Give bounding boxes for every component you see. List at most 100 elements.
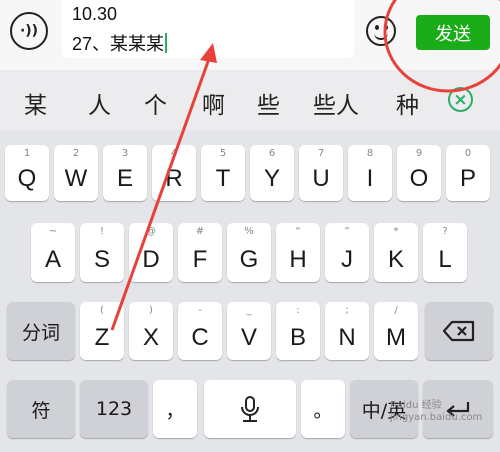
key-h[interactable]: “H [276, 223, 320, 282]
key-u-sub: 7 [317, 148, 325, 159]
period-key-label: 。 [313, 399, 333, 422]
number-key[interactable]: 123 [80, 380, 148, 438]
key-b-label: B [289, 324, 306, 351]
key-w[interactable]: 2W [54, 145, 98, 201]
key-p[interactable]: 0P [446, 145, 490, 201]
key-p-sub: 0 [464, 148, 472, 159]
key-k[interactable]: * K [374, 223, 418, 282]
segment-key[interactable]: 分词 [7, 302, 75, 360]
input-line-1: 10.30 [72, 4, 118, 24]
key-k-sub: * [393, 226, 399, 237]
key-r-label: R [165, 165, 183, 192]
key-i-sub: 8 [366, 148, 374, 159]
key-j-label: J [341, 246, 353, 273]
key-c-sub: - [198, 305, 202, 316]
key-c[interactable]: -C [178, 302, 222, 360]
key-z-label: Z [94, 324, 110, 351]
key-j[interactable]: ” J [325, 223, 369, 282]
segment-key-label: 分词 [21, 321, 60, 344]
key-n-label: N [338, 324, 356, 351]
key-e-sub: 3 [121, 148, 129, 159]
key-y-label: Y [263, 165, 280, 192]
key-l-label: L [438, 246, 452, 273]
key-y[interactable]: 6Y [250, 145, 294, 201]
key-b[interactable]: :B [276, 302, 320, 360]
space-key[interactable] [204, 380, 296, 438]
key-i[interactable]: 8I [348, 145, 392, 201]
key-n[interactable]: ; N [325, 302, 369, 360]
key-a[interactable]: ~ A [31, 223, 75, 282]
clear-candidates-icon[interactable]: × [448, 87, 473, 112]
smiley-eye-right [384, 25, 388, 30]
key-t[interactable]: 5T [201, 145, 245, 201]
key-z[interactable]: (Z [80, 302, 124, 360]
candidate-2[interactable]: 人 [88, 86, 111, 120]
key-u[interactable]: 7U [299, 145, 343, 201]
number-key-label: 123 [95, 398, 133, 420]
key-v[interactable]: _ V [227, 302, 271, 360]
key-e-label: E [116, 165, 133, 192]
voice-input-button[interactable]: ·)) [10, 12, 48, 50]
period-key[interactable]: 。 [301, 380, 345, 438]
key-g[interactable]: % G [227, 223, 271, 282]
comma-key[interactable]: ， [153, 380, 197, 438]
input-line-2-text: 27、某某某 [72, 34, 165, 54]
comma-key-label: ， [165, 399, 185, 422]
key-q[interactable]: 1Q [5, 145, 49, 201]
send-button[interactable]: 发送 [416, 15, 490, 50]
key-f[interactable]: # F [178, 223, 222, 282]
key-m-label: M [386, 324, 406, 351]
key-a-label: A [44, 246, 61, 273]
key-q-sub: 1 [23, 148, 31, 159]
key-e[interactable]: 3E [103, 145, 147, 201]
key-m[interactable]: / M [374, 302, 418, 360]
input-line-2: 27、某某某 [72, 30, 168, 56]
candidate-1[interactable]: 某 [24, 86, 47, 120]
key-m-sub: / [394, 305, 398, 316]
voice-wave-icon: ·)) [19, 23, 39, 39]
symbol-key[interactable]: 符 [7, 380, 75, 438]
key-n-sub: ; [345, 305, 349, 316]
candidate-bar: 某 人 个 啊 些 些人 种 [0, 70, 500, 130]
key-g-sub: % [244, 226, 254, 237]
key-o-sub: 9 [415, 148, 423, 159]
key-d-sub: @ [146, 226, 156, 237]
key-v-sub: _ [246, 305, 252, 316]
candidate-3[interactable]: 个 [144, 86, 167, 120]
key-j-sub: ” [344, 226, 350, 237]
key-s[interactable]: ! S [80, 223, 124, 282]
key-l[interactable]: ? L [423, 223, 467, 282]
candidate-6[interactable]: 些人 [313, 86, 359, 120]
key-t-label: T [215, 165, 231, 192]
emoji-button[interactable] [366, 16, 396, 46]
backspace-key[interactable] [425, 302, 493, 360]
key-o-label: O [409, 165, 429, 192]
message-input[interactable]: 10.30 27、某某某 [62, 0, 354, 58]
key-x-sub: ) [149, 305, 153, 316]
key-a-sub: ~ [48, 226, 58, 237]
smiley-eye-left [375, 25, 379, 30]
key-w-sub: 2 [72, 148, 80, 159]
key-d[interactable]: @ D [129, 223, 173, 282]
key-h-label: H [289, 246, 307, 273]
key-f-label: F [192, 246, 208, 273]
candidate-7[interactable]: 种 [396, 86, 419, 120]
watermark-line-1: Baidu 经验 [390, 400, 442, 411]
candidate-5[interactable]: 些 [257, 86, 280, 120]
backspace-icon [425, 302, 493, 360]
key-h-sub: “ [295, 226, 301, 237]
key-d-label: D [142, 246, 160, 273]
key-g-label: G [239, 246, 259, 273]
key-u-label: U [312, 165, 330, 192]
key-o[interactable]: 9O [397, 145, 441, 201]
candidate-4[interactable]: 啊 [202, 86, 225, 120]
key-k-label: K [387, 246, 404, 273]
key-z-sub: ( [100, 305, 104, 316]
key-x[interactable]: ) X [129, 302, 173, 360]
input-bar: ·)) 10.30 27、某某某 发送 [0, 0, 500, 70]
key-r[interactable]: 4R [152, 145, 196, 201]
symbol-key-label: 符 [31, 399, 51, 422]
key-b-sub: : [296, 305, 300, 316]
key-q-label: Q [17, 165, 37, 192]
key-y-sub: 6 [268, 148, 276, 159]
